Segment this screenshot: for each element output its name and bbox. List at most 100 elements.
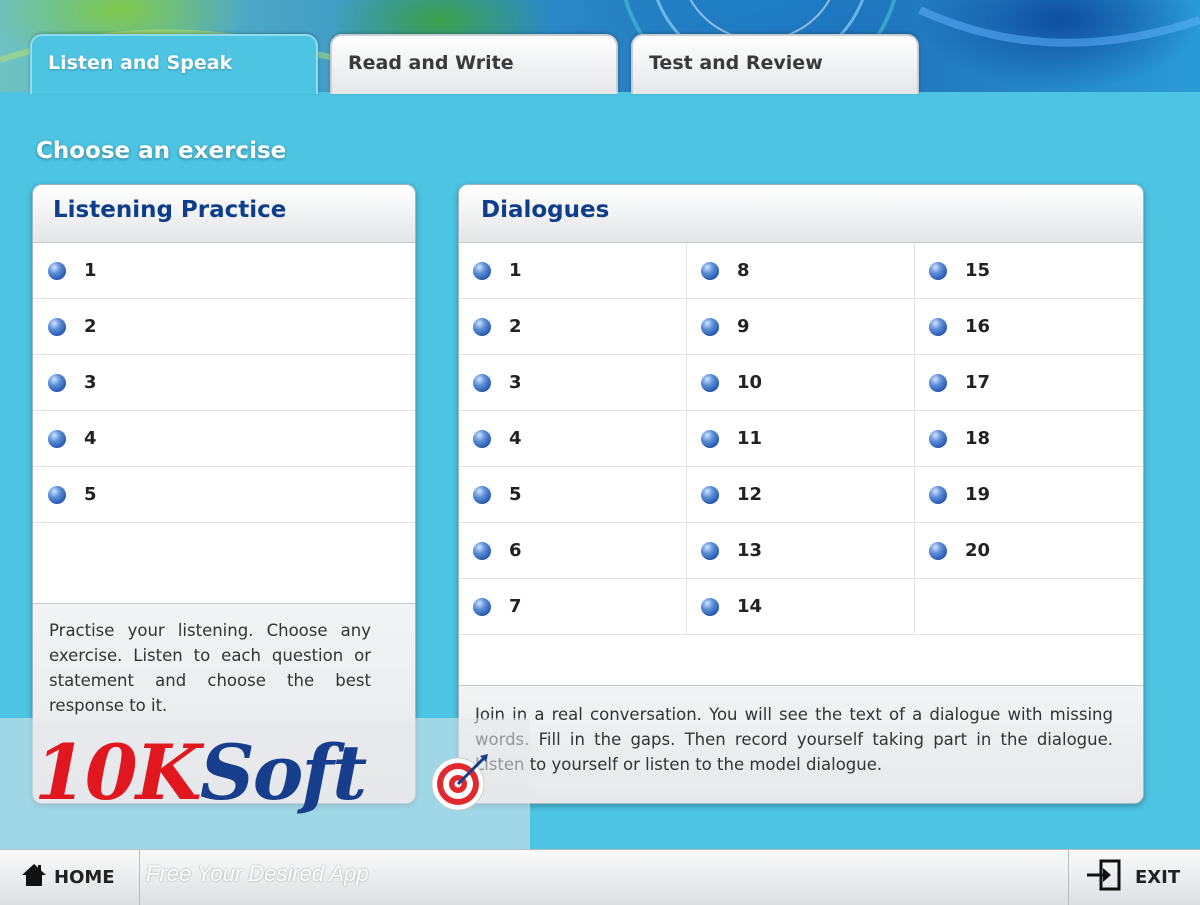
- item-label: 5: [84, 484, 97, 505]
- dialogue-grid: 1 2 3 4 5 6 7 8 9 10 11 12 13 14 15 16 1…: [459, 243, 1143, 635]
- tab-listen-and-speak[interactable]: Listen and Speak: [30, 34, 318, 94]
- bullet-icon: [928, 429, 947, 448]
- dialogue-item-19[interactable]: 19: [914, 467, 1143, 523]
- bullet-icon: [928, 317, 947, 336]
- tab-label: Test and Review: [649, 52, 823, 74]
- listening-item-1[interactable]: 1: [33, 243, 415, 299]
- dialogue-item-17[interactable]: 17: [914, 355, 1143, 411]
- item-label: 11: [736, 428, 763, 449]
- panel-title: Listening Practice: [33, 185, 415, 243]
- item-label: 20: [964, 540, 991, 561]
- item-label: 15: [964, 260, 991, 281]
- bullet-icon: [928, 485, 947, 504]
- dialogue-column-2: 8 9 10 11 12 13 14: [686, 243, 915, 635]
- dialogues-panel: Dialogues 1 2 3 4 5 6 7 8 9 10 11 12 13 …: [458, 184, 1144, 804]
- bullet-icon: [700, 541, 719, 560]
- tab-test-and-review[interactable]: Test and Review: [631, 34, 919, 94]
- bullet-icon: [48, 485, 66, 504]
- page-heading: Choose an exercise: [36, 138, 287, 164]
- bullet-icon: [700, 373, 719, 392]
- bullet-icon: [928, 373, 947, 392]
- item-label: 17: [964, 372, 991, 393]
- dialogue-column-3: 15 16 17 18 19 20: [914, 243, 1143, 635]
- item-label: 1: [84, 260, 97, 281]
- dialogue-item-9[interactable]: 9: [686, 299, 914, 355]
- item-label: 2: [509, 316, 522, 337]
- bullet-icon: [700, 429, 719, 448]
- item-label: 7: [509, 596, 522, 617]
- dialogue-item-16[interactable]: 16: [914, 299, 1143, 355]
- listening-item-4[interactable]: 4: [33, 411, 415, 467]
- item-label: 2: [84, 316, 97, 337]
- item-label: 16: [964, 316, 991, 337]
- bullet-icon: [473, 261, 491, 280]
- watermark-tagline: Free Your Desired App: [146, 861, 369, 886]
- item-label: 4: [509, 428, 522, 449]
- item-label: 14: [736, 596, 763, 617]
- dialogue-item-4[interactable]: 4: [459, 411, 686, 467]
- dialogue-item-14[interactable]: 14: [686, 579, 914, 635]
- dialogue-item-7[interactable]: 7: [459, 579, 686, 635]
- dialogue-item-8[interactable]: 8: [686, 243, 914, 299]
- tab-read-and-write[interactable]: Read and Write: [330, 34, 618, 94]
- dialogue-item-11[interactable]: 11: [686, 411, 914, 467]
- exit-label: EXIT: [1135, 866, 1181, 888]
- listening-item-5[interactable]: 5: [33, 467, 415, 523]
- bullet-icon: [473, 373, 491, 392]
- dialogue-item-10[interactable]: 10: [686, 355, 914, 411]
- bullet-icon: [700, 597, 719, 616]
- dialogue-item-5[interactable]: 5: [459, 467, 686, 523]
- dialogue-item-15[interactable]: 15: [914, 243, 1143, 299]
- bullet-icon: [473, 541, 491, 560]
- item-label: 3: [509, 372, 522, 393]
- bullet-icon: [48, 261, 66, 280]
- tab-label: Listen and Speak: [48, 52, 233, 74]
- item-label: 1: [509, 260, 522, 281]
- item-label: 13: [736, 540, 763, 561]
- listening-item-2[interactable]: 2: [33, 299, 415, 355]
- bullet-icon: [700, 485, 719, 504]
- bullet-icon: [48, 317, 66, 336]
- dialogue-item-20[interactable]: 20: [914, 523, 1143, 579]
- dialogue-item-3[interactable]: 3: [459, 355, 686, 411]
- dialogue-item-13[interactable]: 13: [686, 523, 914, 579]
- item-label: 6: [509, 540, 522, 561]
- panel-title: Dialogues: [459, 185, 1143, 243]
- bullet-icon: [928, 541, 947, 560]
- logo-part-1: 10K: [34, 728, 202, 817]
- item-label: 19: [964, 484, 991, 505]
- listening-item-3[interactable]: 3: [33, 355, 415, 411]
- listening-practice-panel: Listening Practice 1 2 3 4 5 Practise yo…: [32, 184, 416, 804]
- home-button[interactable]: HOME: [0, 849, 140, 905]
- dialogue-item-6[interactable]: 6: [459, 523, 686, 579]
- dialogue-item-1[interactable]: 1: [459, 243, 686, 299]
- home-label: HOME: [54, 866, 115, 888]
- watermark-logo: 10KSoft: [34, 728, 367, 817]
- bullet-icon: [700, 317, 719, 336]
- bullet-icon: [473, 429, 491, 448]
- item-label: 4: [84, 428, 97, 449]
- item-label: 18: [964, 428, 991, 449]
- dialogue-item-12[interactable]: 12: [686, 467, 914, 523]
- item-label: 12: [736, 484, 763, 505]
- item-label: 5: [509, 484, 522, 505]
- dialogues-description: Join in a real conversation. You will se…: [459, 685, 1143, 803]
- bullet-icon: [48, 373, 66, 392]
- home-icon: [20, 862, 48, 892]
- bullet-icon: [700, 261, 719, 280]
- target-icon: [430, 752, 490, 816]
- bullet-icon: [473, 597, 491, 616]
- logo-part-2: Soft: [199, 728, 367, 817]
- item-label: 9: [736, 316, 750, 337]
- item-label: 10: [736, 372, 763, 393]
- bullet-icon: [473, 317, 491, 336]
- item-label: 8: [736, 260, 750, 281]
- exit-icon: [1085, 858, 1123, 896]
- dialogue-item-2[interactable]: 2: [459, 299, 686, 355]
- bullet-icon: [48, 429, 66, 448]
- exit-button[interactable]: EXIT: [1068, 849, 1200, 905]
- item-label: 3: [84, 372, 97, 393]
- listening-exercise-list: 1 2 3 4 5: [33, 243, 415, 523]
- tab-label: Read and Write: [348, 52, 514, 74]
- dialogue-item-18[interactable]: 18: [914, 411, 1143, 467]
